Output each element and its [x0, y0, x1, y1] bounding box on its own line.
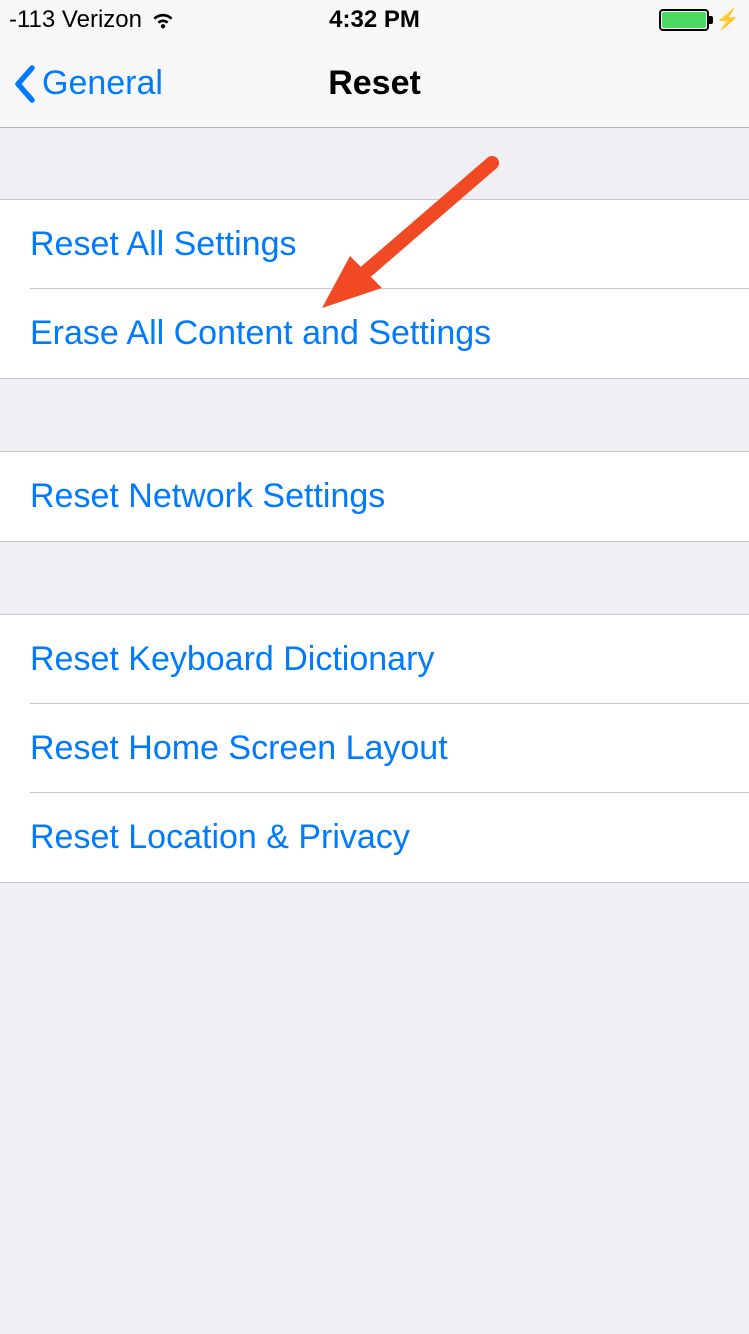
reset-group-2: Reset Network Settings — [0, 451, 749, 542]
reset-home-screen-row[interactable]: Reset Home Screen Layout — [0, 704, 749, 793]
status-right: ⚡ — [659, 9, 740, 31]
reset-all-settings-row[interactable]: Reset All Settings — [0, 200, 749, 289]
page-title: Reset — [328, 64, 421, 103]
row-label: Reset Network Settings — [30, 477, 385, 516]
status-time: 4:32 PM — [329, 6, 420, 34]
signal-text: -113 Verizon — [9, 6, 142, 34]
nav-bar: General Reset — [0, 40, 749, 128]
group-spacer — [0, 542, 749, 614]
row-label: Reset Home Screen Layout — [30, 729, 448, 768]
charging-icon: ⚡ — [715, 10, 740, 30]
reset-location-privacy-row[interactable]: Reset Location & Privacy — [0, 793, 749, 882]
reset-keyboard-row[interactable]: Reset Keyboard Dictionary — [0, 615, 749, 704]
row-label: Reset Location & Privacy — [30, 818, 410, 857]
row-label: Erase All Content and Settings — [30, 314, 491, 353]
chevron-left-icon — [12, 64, 36, 104]
row-label: Reset All Settings — [30, 225, 296, 264]
reset-group-1: Reset All Settings Erase All Content and… — [0, 199, 749, 379]
row-label: Reset Keyboard Dictionary — [30, 640, 434, 679]
wifi-icon — [150, 10, 176, 30]
battery-icon — [659, 9, 709, 31]
status-bar: -113 Verizon 4:32 PM ⚡ — [0, 0, 749, 40]
group-spacer — [0, 379, 749, 451]
reset-group-3: Reset Keyboard Dictionary Reset Home Scr… — [0, 614, 749, 883]
status-left: -113 Verizon — [9, 6, 176, 34]
erase-all-content-row[interactable]: Erase All Content and Settings — [0, 289, 749, 378]
back-label: General — [42, 64, 163, 103]
battery-fill — [662, 12, 706, 28]
group-spacer — [0, 128, 749, 199]
reset-network-row[interactable]: Reset Network Settings — [0, 452, 749, 541]
back-button[interactable]: General — [0, 64, 163, 104]
